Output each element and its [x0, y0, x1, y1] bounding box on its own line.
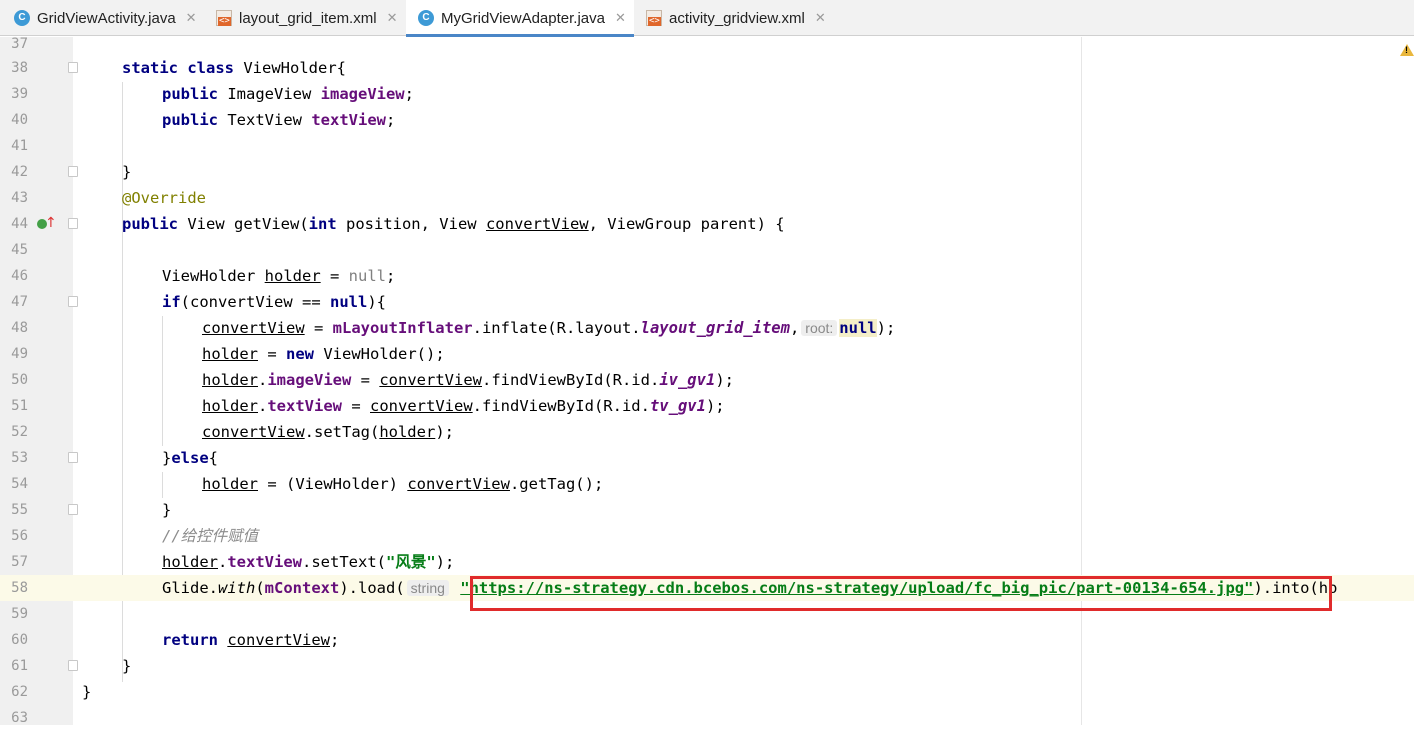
code-text: ViewHolder holder = null;	[162, 267, 396, 285]
code-line: 51 holder.textView = convertView.findVie…	[0, 393, 1414, 419]
code-line: 40 public TextView textView;	[0, 107, 1414, 133]
line-number: 42	[11, 164, 28, 180]
xml-file-icon	[216, 10, 232, 26]
code-text: holder.textView.setText("风景");	[162, 553, 455, 571]
code-line: 55 }	[0, 497, 1414, 523]
fold-toggle-icon[interactable]	[68, 218, 78, 229]
line-number: 54	[11, 476, 28, 492]
line-number: 49	[11, 346, 28, 362]
line-number: 57	[11, 554, 28, 570]
line-number: 44	[11, 216, 28, 232]
xml-file-icon	[646, 10, 662, 26]
java-class-icon: C	[418, 10, 434, 26]
code-line: 38 static class ViewHolder{	[0, 55, 1414, 81]
code-text: }else{	[162, 449, 219, 467]
fold-toggle-icon[interactable]	[68, 296, 78, 307]
parameter-hint: string	[406, 580, 449, 596]
url-highlight-box	[470, 576, 1332, 611]
code-line: 39 public ImageView imageView;	[0, 81, 1414, 107]
line-number: 37	[11, 36, 28, 52]
code-comment: //给控件赋值	[162, 527, 259, 545]
code-line: 62 }	[0, 679, 1414, 705]
code-line: 54 holder = (ViewHolder) convertView.get…	[0, 471, 1414, 497]
line-number: 50	[11, 372, 28, 388]
code-text: }	[82, 683, 92, 701]
tab-label: GridViewActivity.java	[37, 9, 176, 27]
code-text: static class ViewHolder{	[122, 59, 346, 77]
code-text: }	[122, 657, 132, 675]
code-text: }	[162, 501, 172, 519]
fold-toggle-icon[interactable]	[68, 452, 78, 463]
fold-toggle-icon[interactable]	[68, 504, 78, 515]
close-icon[interactable]: ✕	[186, 10, 197, 26]
java-class-icon: C	[14, 10, 30, 26]
arrow-up-icon[interactable]: ↑	[45, 216, 57, 230]
line-number: 38	[11, 60, 28, 76]
code-text: public ImageView imageView;	[162, 85, 414, 103]
code-text: if(convertView == null){	[162, 293, 386, 311]
fold-toggle-icon[interactable]	[68, 660, 78, 671]
line-number: 56	[11, 528, 28, 544]
code-line: 45	[0, 237, 1414, 263]
close-icon[interactable]: ✕	[615, 10, 626, 26]
code-text: convertView = mLayoutInflater.inflate(R.…	[202, 319, 896, 337]
code-text: holder.textView = convertView.findViewBy…	[202, 397, 725, 415]
line-number: 39	[11, 86, 28, 102]
code-line: 50 holder.imageView = convertView.findVi…	[0, 367, 1414, 393]
code-line: 56 //给控件赋值	[0, 523, 1414, 549]
code-text: public TextView textView;	[162, 111, 396, 129]
close-icon[interactable]: ✕	[815, 10, 826, 26]
code-text: return convertView;	[162, 631, 340, 649]
code-line: 41	[0, 133, 1414, 159]
line-number: 51	[11, 398, 28, 414]
code-text: holder = new ViewHolder();	[202, 345, 445, 363]
code-line: 37	[0, 31, 1414, 57]
line-number: 48	[11, 320, 28, 336]
tab-label: activity_gridview.xml	[669, 9, 805, 27]
line-number: 59	[11, 606, 28, 622]
line-number: 40	[11, 112, 28, 128]
line-number: 41	[11, 138, 28, 154]
tab-label: layout_grid_item.xml	[239, 9, 377, 27]
code-line: 46 ViewHolder holder = null;	[0, 263, 1414, 289]
line-number: 61	[11, 658, 28, 674]
fold-toggle-icon[interactable]	[68, 62, 78, 73]
line-number: 46	[11, 268, 28, 284]
code-text: holder = (ViewHolder) convertView.getTag…	[202, 475, 604, 493]
code-line: 42 }	[0, 159, 1414, 185]
line-number: 63	[11, 710, 28, 726]
line-number: 62	[11, 684, 28, 700]
code-line: 60 return convertView;	[0, 627, 1414, 653]
line-number: 47	[11, 294, 28, 310]
line-number: 53	[11, 450, 28, 466]
close-icon[interactable]: ✕	[387, 10, 398, 26]
code-line: 44 public View getView(int position, Vie…	[0, 211, 1414, 237]
code-line: 43 @Override	[0, 185, 1414, 211]
code-text: holder.imageView = convertView.findViewB…	[202, 371, 734, 389]
annotation: @Override	[122, 189, 206, 207]
line-number: 58	[11, 580, 28, 596]
code-line: 53 }else{	[0, 445, 1414, 471]
code-line: 49 holder = new ViewHolder();	[0, 341, 1414, 367]
line-number: 52	[11, 424, 28, 440]
code-text: convertView.setTag(holder);	[202, 423, 454, 441]
code-text: public View getView(int position, View c…	[122, 215, 785, 233]
fold-toggle-icon[interactable]	[68, 166, 78, 177]
line-number: 43	[11, 190, 28, 206]
code-text: }	[122, 163, 132, 181]
line-number: 60	[11, 632, 28, 648]
line-number: 45	[11, 242, 28, 258]
parameter-hint: root:	[801, 320, 838, 336]
code-line: 57 holder.textView.setText("风景");	[0, 549, 1414, 575]
tab-label: MyGridViewAdapter.java	[441, 9, 605, 27]
code-line: 52 convertView.setTag(holder);	[0, 419, 1414, 445]
code-line: 63	[0, 705, 1414, 731]
code-line: 48 convertView = mLayoutInflater.inflate…	[0, 315, 1414, 341]
code-line: 47 if(convertView == null){	[0, 289, 1414, 315]
code-line: 61 }	[0, 653, 1414, 679]
line-number: 55	[11, 502, 28, 518]
